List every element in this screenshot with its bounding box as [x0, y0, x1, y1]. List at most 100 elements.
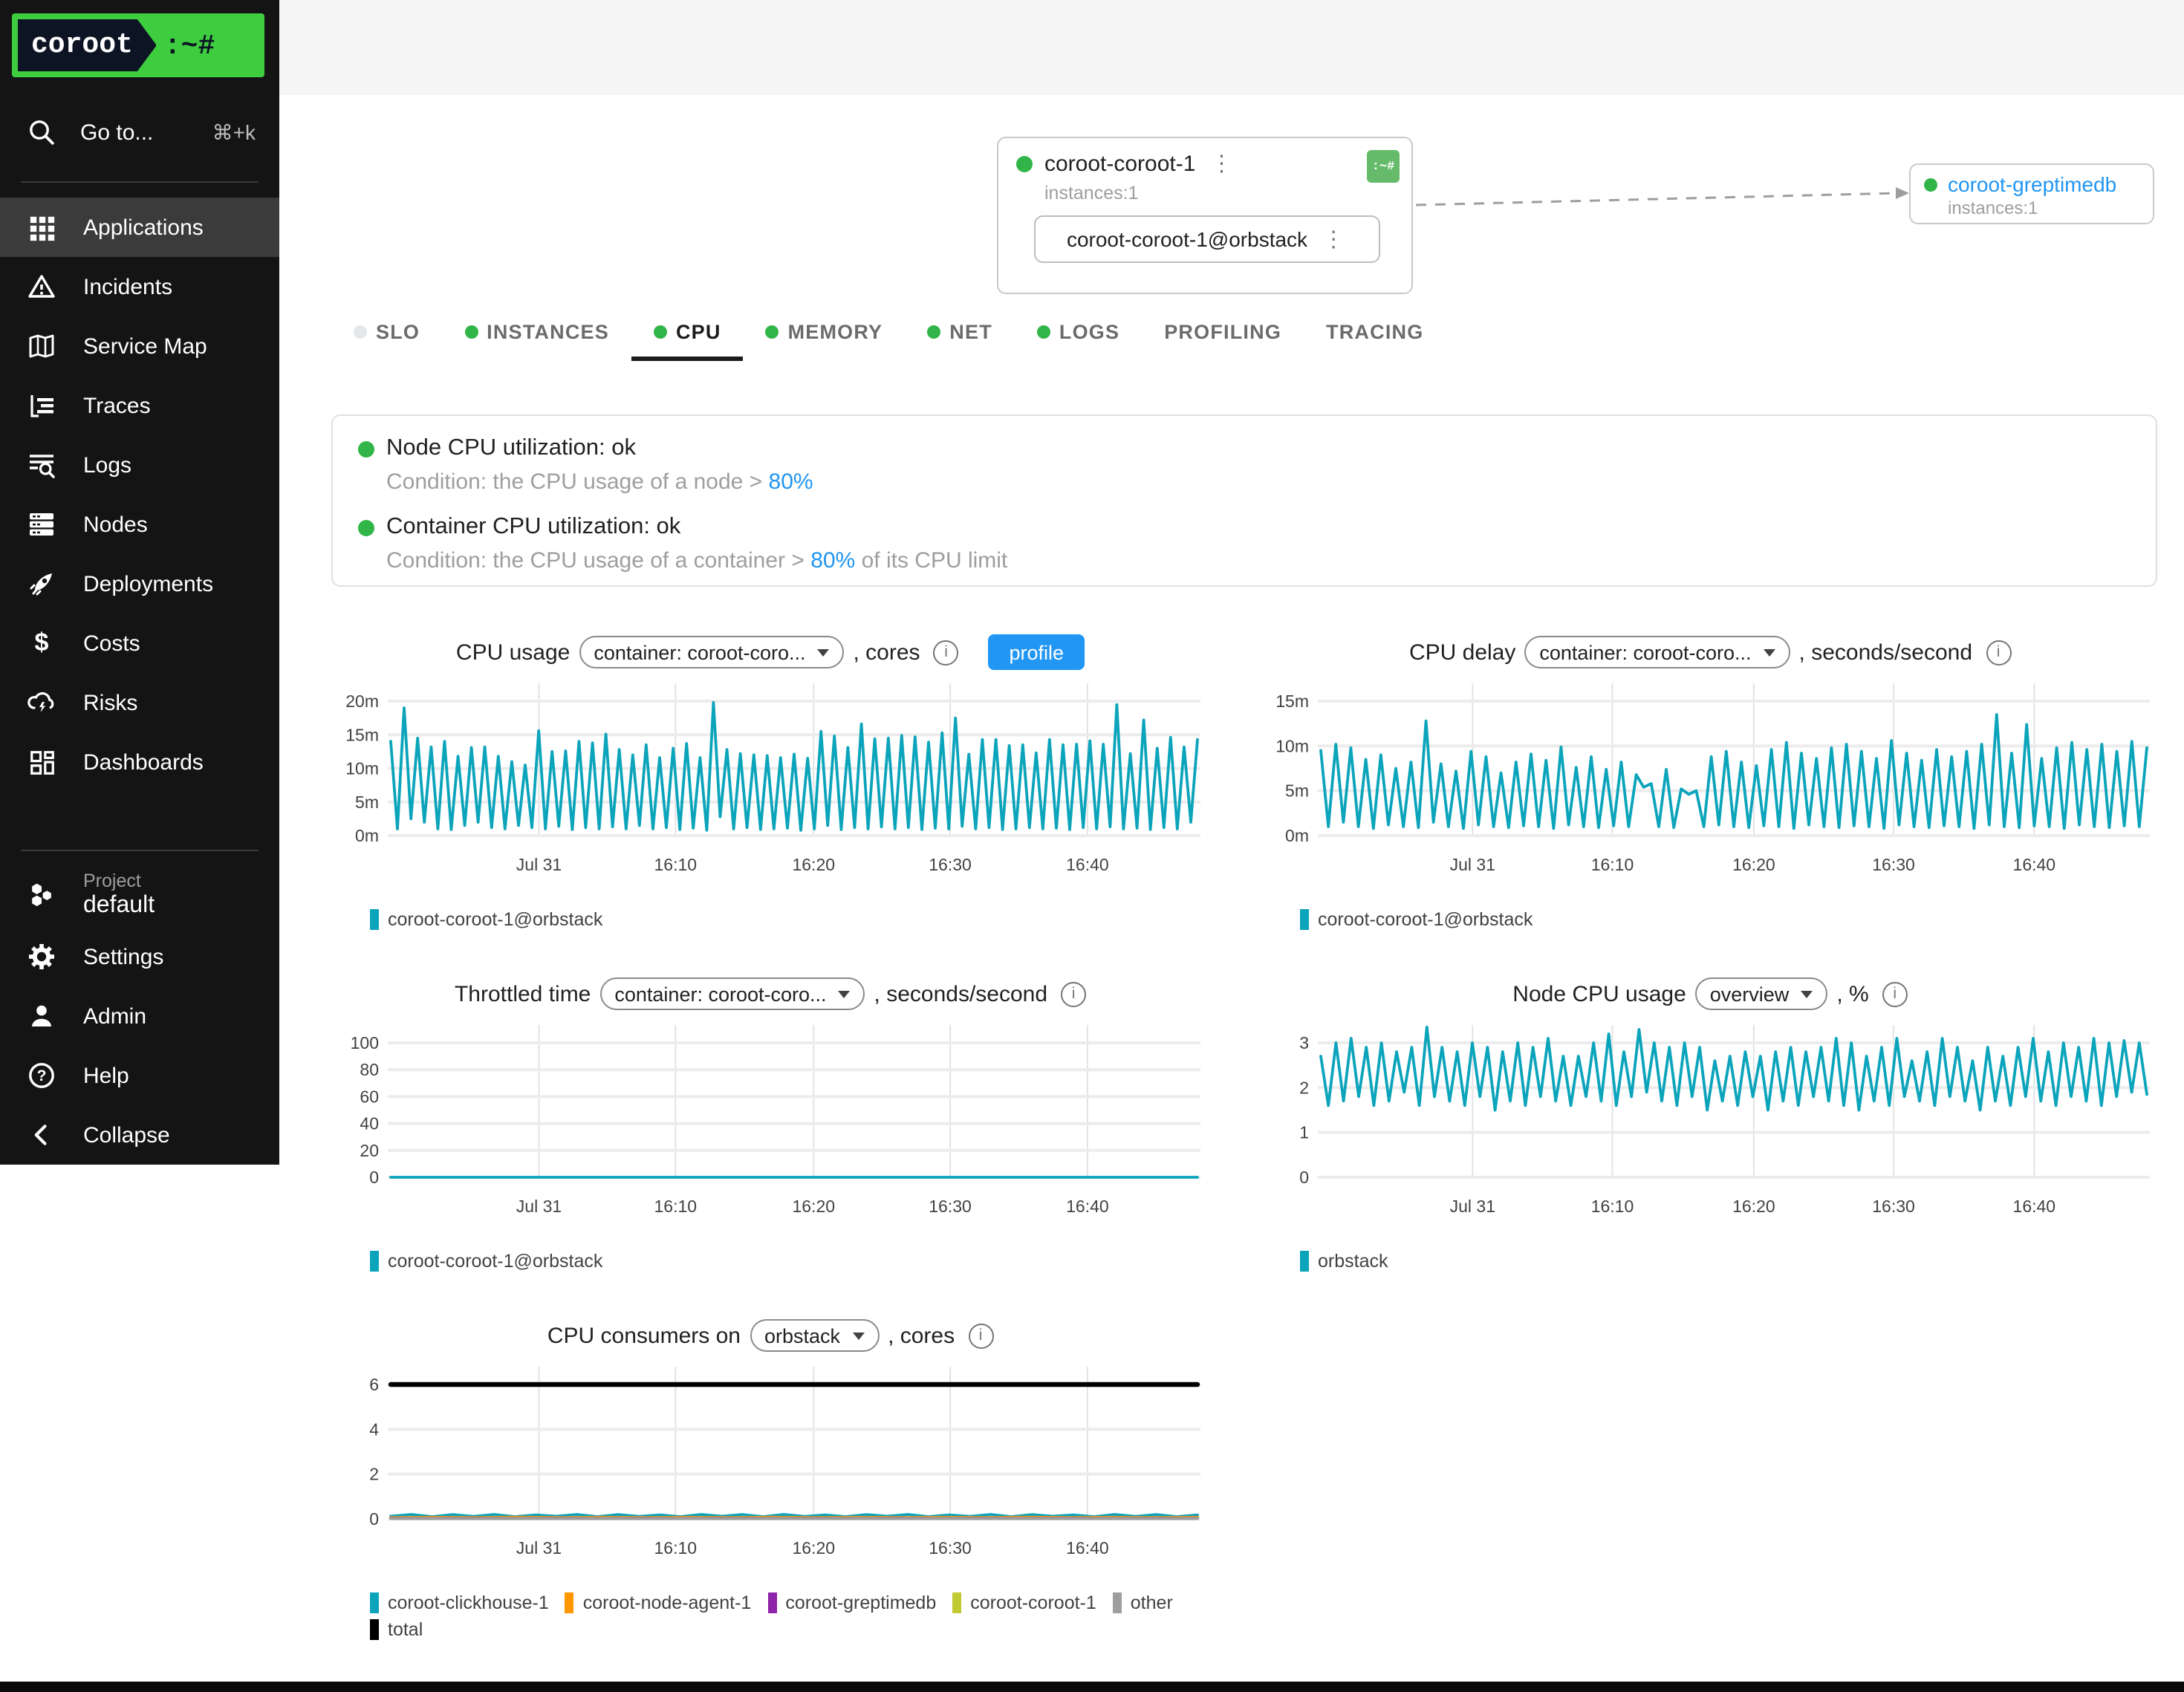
check-title: Container CPU utilization: ok [386, 514, 680, 541]
sidebar-item-collapse[interactable]: Collapse [0, 1105, 279, 1165]
svg-text:16:40: 16:40 [1066, 1538, 1109, 1558]
chart-legend: orbstack [1300, 1251, 2159, 1272]
legend-item[interactable]: coroot-coroot-1@orbstack [1300, 909, 1533, 930]
legend-item[interactable]: orbstack [1300, 1251, 1388, 1272]
sidebar-item-applications[interactable]: Applications [0, 198, 279, 257]
server-stack-icon [27, 510, 56, 539]
rocket-icon [27, 569, 56, 599]
app-card-coroot-coroot-1: coroot-coroot-1 ⋮ :~# instances:1 coroot… [997, 137, 1413, 294]
dependency-link[interactable]: coroot-greptimedb [1948, 172, 2116, 196]
check-condition: Condition: the CPU usage of a node > 80% [386, 469, 2131, 495]
tab-net[interactable]: NET [905, 306, 1015, 361]
report-tabs: SLO INSTANCES CPU MEMORY NET LOGS PROFIL… [331, 306, 1446, 361]
cpu-usage-chart[interactable]: Jul 3116:1016:2016:3016:400m5m10m15m20m [331, 671, 1209, 894]
app-card-coroot-greptimedb: coroot-greptimedb instances:1 [1909, 163, 2154, 224]
container-selector-dropdown[interactable]: container: coroot-coro... [579, 636, 844, 668]
chart-unit: , seconds/second [1799, 640, 1973, 665]
instances-status-dot [464, 325, 478, 338]
legend-item[interactable]: coroot-clickhouse-1 [370, 1592, 549, 1613]
svg-text:16:40: 16:40 [2013, 855, 2056, 874]
sidebar-item-traces[interactable]: Traces [0, 376, 279, 435]
sidebar-item-costs[interactable]: $ Costs [0, 614, 279, 673]
help-circle-icon: ? [27, 1061, 56, 1090]
legend-item[interactable]: coroot-greptimedb [767, 1592, 936, 1613]
caret-down-icon [1764, 648, 1775, 656]
svg-text:2: 2 [369, 1465, 379, 1484]
info-icon[interactable]: i [1986, 640, 2011, 665]
sidebar-item-incidents[interactable]: Incidents [0, 257, 279, 316]
legend-item[interactable]: other [1113, 1592, 1173, 1613]
legend-item[interactable]: coroot-node-agent-1 [565, 1592, 752, 1613]
svg-text:16:20: 16:20 [1732, 855, 1775, 874]
svg-text:0: 0 [369, 1168, 379, 1187]
cpu-consumers-chart-block: CPU consumers on orbstack , cores i Jul … [331, 1316, 1209, 1640]
sidebar-item-risks[interactable]: Risks [0, 673, 279, 732]
svg-text:16:30: 16:30 [929, 1538, 972, 1558]
net-status-dot [927, 325, 940, 338]
sidebar-item-deployments[interactable]: Deployments [0, 554, 279, 614]
legend-item[interactable]: total [370, 1619, 423, 1640]
cpu-consumers-chart[interactable]: Jul 3116:1016:2016:3016:400246 [331, 1355, 1209, 1578]
node-selector-dropdown[interactable]: orbstack [750, 1319, 879, 1352]
svg-text:60: 60 [360, 1087, 379, 1106]
threshold-link[interactable]: 80% [810, 548, 855, 573]
svg-text:16:30: 16:30 [1872, 1197, 1915, 1216]
goto-search[interactable]: Go to... ⌘+k [0, 103, 279, 162]
tab-profiling[interactable]: PROFILING [1142, 306, 1304, 361]
info-icon[interactable]: i [968, 1323, 993, 1348]
tab-memory[interactable]: MEMORY [744, 306, 906, 361]
cpu-status-dot [654, 325, 667, 338]
tab-slo[interactable]: SLO [331, 306, 442, 361]
cpu-delay-chart[interactable]: Jul 3116:1016:2016:3016:400m5m10m15m [1261, 671, 2159, 894]
sidebar-item-logs[interactable]: Logs [0, 435, 279, 495]
traces-icon [27, 391, 56, 420]
overview-selector-dropdown[interactable]: overview [1695, 977, 1828, 1010]
legend-item[interactable]: coroot-coroot-1@orbstack [370, 909, 602, 930]
throttled-time-chart[interactable]: Jul 3116:1016:2016:3016:40020406080100 [331, 1013, 1209, 1236]
sidebar-item-service-map[interactable]: Service Map [0, 316, 279, 376]
sidebar-item-dashboards[interactable]: Dashboards [0, 732, 279, 792]
svg-text:3: 3 [1299, 1033, 1309, 1052]
svg-text:20m: 20m [345, 692, 379, 711]
legend-item[interactable]: coroot-coroot-1 [952, 1592, 1096, 1613]
coroot-logo[interactable]: coroot :~# [12, 13, 264, 77]
info-icon[interactable]: i [934, 640, 959, 665]
svg-text:10m: 10m [345, 759, 379, 778]
threshold-link[interactable]: 80% [769, 469, 813, 495]
svg-text:Jul 31: Jul 31 [1450, 1197, 1495, 1216]
bottom-edge-bar [0, 1682, 2184, 1692]
project-label: Project [83, 870, 155, 891]
instance-box[interactable]: coroot-coroot-1@orbstack ⋮ [1034, 215, 1380, 263]
tab-cpu[interactable]: CPU [631, 306, 744, 361]
tab-instances[interactable]: INSTANCES [442, 306, 631, 361]
svg-text:16:20: 16:20 [1732, 1197, 1775, 1216]
container-selector-dropdown[interactable]: container: coroot-coro... [1524, 636, 1790, 668]
dollar-icon: $ [27, 628, 56, 658]
svg-text:16:10: 16:10 [654, 1197, 697, 1216]
kebab-menu-icon[interactable]: ⋮ [1207, 153, 1235, 175]
status-dot [1016, 156, 1033, 172]
profile-button[interactable]: profile [989, 634, 1085, 670]
container-selector-dropdown[interactable]: container: coroot-coro... [599, 977, 865, 1010]
info-icon[interactable]: i [1061, 981, 1086, 1006]
project-hexagons-icon [27, 879, 56, 909]
svg-text:16:40: 16:40 [1066, 1197, 1109, 1216]
node-cpu-usage-chart-block: Node CPU usage overview , % i Jul 3116:1… [1261, 974, 2159, 1272]
sidebar-item-help[interactable]: ? Help [0, 1046, 279, 1105]
sidebar-item-admin[interactable]: Admin [0, 986, 279, 1046]
svg-text:0m: 0m [355, 826, 379, 845]
node-cpu-usage-chart[interactable]: Jul 3116:1016:2016:3016:400123 [1261, 1013, 2159, 1236]
tab-tracing[interactable]: TRACING [1304, 306, 1446, 361]
legend-item[interactable]: coroot-coroot-1@orbstack [370, 1251, 602, 1272]
project-selector[interactable]: Project default [0, 862, 279, 927]
sidebar-nav: Applications Incidents Service Map Trace… [0, 198, 279, 792]
check-status-dot [358, 519, 374, 536]
info-icon[interactable]: i [1882, 981, 1908, 1006]
svg-text:16:10: 16:10 [1591, 855, 1634, 874]
check-title: Node CPU utilization: ok [386, 435, 636, 462]
sidebar-divider-bottom [21, 850, 259, 851]
sidebar-item-nodes[interactable]: Nodes [0, 495, 279, 554]
tab-logs[interactable]: LOGS [1015, 306, 1142, 361]
sidebar-item-settings[interactable]: Settings [0, 927, 279, 986]
kebab-menu-icon[interactable]: ⋮ [1319, 228, 1348, 250]
